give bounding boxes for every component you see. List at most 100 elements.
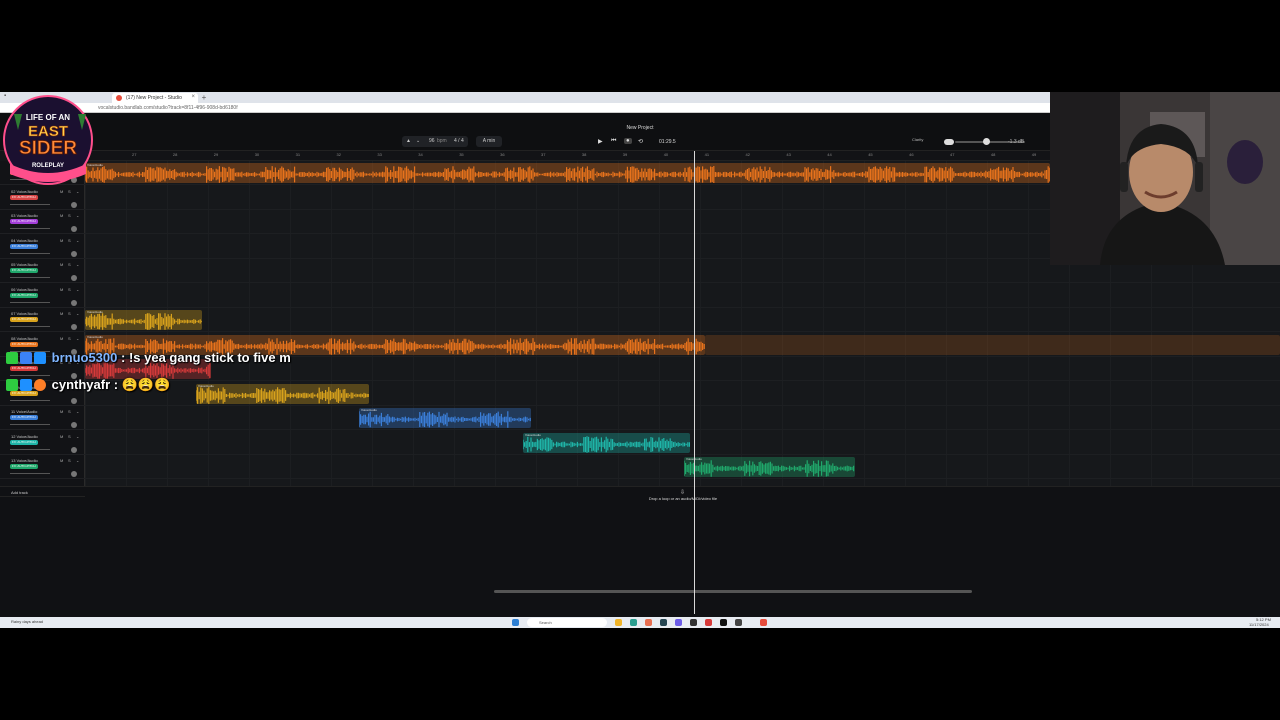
- track-header-row[interactable]: 12 Voice/Audio M S ⌄ FX: AUTO-PITCH: [0, 431, 85, 455]
- track-fx-tag[interactable]: FX: AUTO-PITCH: [10, 366, 38, 371]
- track-volume-slider[interactable]: [10, 277, 50, 278]
- clarity-toggle[interactable]: [944, 139, 954, 145]
- playhead[interactable]: [694, 151, 695, 614]
- file-explorer-icon[interactable]: [615, 619, 622, 626]
- solo-button[interactable]: S: [68, 262, 71, 267]
- track-pan-knob[interactable]: [71, 446, 77, 453]
- chrome-icon[interactable]: [645, 619, 652, 626]
- track-header-row[interactable]: 02 Voice/Audio M S ⌄ FX: AUTO-PITCH: [0, 186, 85, 210]
- chevron-down-icon[interactable]: ⌄: [76, 311, 79, 316]
- track-lane[interactable]: [85, 406, 1280, 430]
- track-fx-tag[interactable]: FX: AUTO-PITCH: [10, 243, 38, 249]
- solo-button[interactable]: S: [68, 213, 71, 218]
- track-volume-slider[interactable]: [10, 252, 50, 254]
- audio-clip[interactable]: Voice/Audio: [196, 383, 369, 404]
- track-name[interactable]: 08 Voice/Audio: [11, 336, 38, 341]
- track-name[interactable]: 02 Voice/Audio: [11, 189, 38, 194]
- audio-clip[interactable]: Voice/Audio: [523, 432, 690, 453]
- master-volume-knob[interactable]: [983, 138, 990, 145]
- discord-icon[interactable]: [675, 619, 682, 626]
- track-pan-knob[interactable]: [71, 422, 77, 428]
- track-selection-region[interactable]: [705, 334, 1280, 355]
- audio-clip[interactable]: Voice/Audio: [85, 163, 1050, 183]
- chevron-down-icon[interactable]: ⌄: [76, 287, 79, 292]
- store-icon[interactable]: [660, 619, 667, 626]
- mute-button[interactable]: M: [60, 311, 63, 316]
- mute-button[interactable]: M: [60, 213, 63, 218]
- track-volume-slider[interactable]: [10, 301, 50, 303]
- chevron-down-icon[interactable]: ⌄: [76, 238, 79, 243]
- solo-button[interactable]: S: [68, 189, 71, 194]
- track-fx-tag[interactable]: FX: AUTO-PITCH: [10, 341, 38, 347]
- add-track-button[interactable]: Add track: [0, 487, 85, 497]
- track-lane[interactable]: [85, 455, 1280, 479]
- track-fx-tag[interactable]: FX: AUTO-PITCH: [10, 317, 38, 322]
- record-icon[interactable]: ●: [624, 138, 632, 144]
- track-pan-knob[interactable]: [71, 226, 77, 232]
- mute-button[interactable]: M: [60, 238, 63, 243]
- track-name[interactable]: 04 Voice/Audio: [11, 238, 38, 243]
- track-fx-tag[interactable]: FX: AUTO-PITCH: [10, 268, 38, 273]
- track-volume-slider[interactable]: [10, 375, 50, 376]
- track-name[interactable]: 12 Voice/Audio: [11, 434, 38, 439]
- clock-date[interactable]: 11/17/2024: [1249, 622, 1269, 627]
- loop-icon[interactable]: ⟲: [638, 138, 643, 145]
- mute-button[interactable]: M: [60, 336, 63, 341]
- chevron-down-icon[interactable]: ⌄: [76, 213, 79, 218]
- play-icon[interactable]: ▶: [598, 138, 603, 145]
- track-volume-slider[interactable]: [10, 448, 50, 450]
- track-fx-tag[interactable]: FX: AUTO-PITCH: [10, 464, 38, 469]
- track-pan-knob[interactable]: [71, 201, 77, 208]
- track-lane[interactable]: [85, 284, 1280, 308]
- track-lane[interactable]: [85, 308, 1280, 332]
- mute-button[interactable]: M: [60, 409, 63, 414]
- track-header-row[interactable]: 03 Voice/Audio M S ⌄ FX: AUTO-PITCH: [0, 210, 85, 234]
- solo-button[interactable]: S: [68, 409, 71, 414]
- track-header-row[interactable]: 11 Voice/Audio M S ⌄ FX: AUTO-PITCH: [0, 406, 85, 430]
- track-fx-tag[interactable]: FX: AUTO-PITCH: [10, 415, 38, 420]
- bandlab-icon[interactable]: [760, 619, 767, 626]
- time-signature[interactable]: 4 / 4: [454, 136, 464, 147]
- mute-button[interactable]: M: [60, 434, 63, 439]
- metronome-icon[interactable]: ▲: [406, 136, 411, 147]
- audio-clip[interactable]: Voice/Audio: [684, 457, 855, 477]
- track-pan-knob[interactable]: [71, 397, 77, 404]
- tempo-value[interactable]: 96: [429, 136, 435, 147]
- track-fx-tag[interactable]: FX: AUTO-PITCH: [10, 194, 38, 200]
- start-icon[interactable]: [512, 619, 519, 626]
- chevron-down-icon[interactable]: ⌄: [76, 189, 79, 194]
- skip-back-icon[interactable]: ⏮: [611, 138, 616, 145]
- track-header-row[interactable]: 07 Voice/Audio M S ⌄ FX: AUTO-PITCH: [0, 308, 85, 332]
- chevron-down-icon[interactable]: ⌄: [76, 458, 79, 463]
- track-header-row[interactable]: 13 Voice/Audio M S ⌄ FX: AUTO-PITCH: [0, 455, 85, 479]
- track-fx-tag[interactable]: FX: AUTO-PITCH: [10, 292, 38, 298]
- settings-icon[interactable]: [735, 619, 742, 626]
- track-volume-slider[interactable]: [10, 326, 50, 327]
- track-fx-tag[interactable]: FX: AUTO-PITCH: [10, 219, 38, 224]
- solo-button[interactable]: S: [68, 311, 71, 316]
- mute-button[interactable]: M: [60, 262, 63, 267]
- track-volume-slider[interactable]: [10, 473, 50, 474]
- track-fx-tag[interactable]: FX: AUTO-PITCH: [10, 439, 38, 445]
- tempo-control[interactable]: ▲ ⌄ 96 bpm 4 / 4: [402, 136, 468, 147]
- chevron-down-icon[interactable]: ⌄: [416, 136, 420, 147]
- chevron-down-icon[interactable]: ⌄: [76, 434, 79, 439]
- track-header-row[interactable]: 04 Voice/Audio M S ⌄ FX: AUTO-PITCH: [0, 235, 85, 259]
- track-volume-slider[interactable]: [10, 399, 50, 401]
- new-tab-button[interactable]: +: [199, 93, 209, 102]
- audio-clip[interactable]: Voice/Audio: [359, 408, 531, 428]
- track-name[interactable]: 06 Voice/Audio: [11, 287, 38, 292]
- track-pan-knob[interactable]: [71, 471, 77, 477]
- track-header-row[interactable]: 05 Voice/Audio M S ⌄ FX: AUTO-PITCH: [0, 259, 85, 283]
- track-pan-knob[interactable]: [71, 324, 77, 330]
- close-tab-icon[interactable]: ×: [191, 94, 195, 100]
- track-name[interactable]: 03 Voice/Audio: [11, 213, 38, 218]
- track-name[interactable]: 13 Voice/Audio: [11, 458, 38, 463]
- mute-button[interactable]: M: [60, 287, 63, 292]
- solo-button[interactable]: S: [68, 434, 71, 439]
- track-volume-slider[interactable]: [10, 228, 50, 229]
- solo-button[interactable]: S: [68, 458, 71, 463]
- weather-widget[interactable]: Rainy days ahead: [11, 619, 43, 624]
- track-pan-knob[interactable]: [71, 299, 77, 306]
- track-volume-slider[interactable]: [10, 424, 50, 425]
